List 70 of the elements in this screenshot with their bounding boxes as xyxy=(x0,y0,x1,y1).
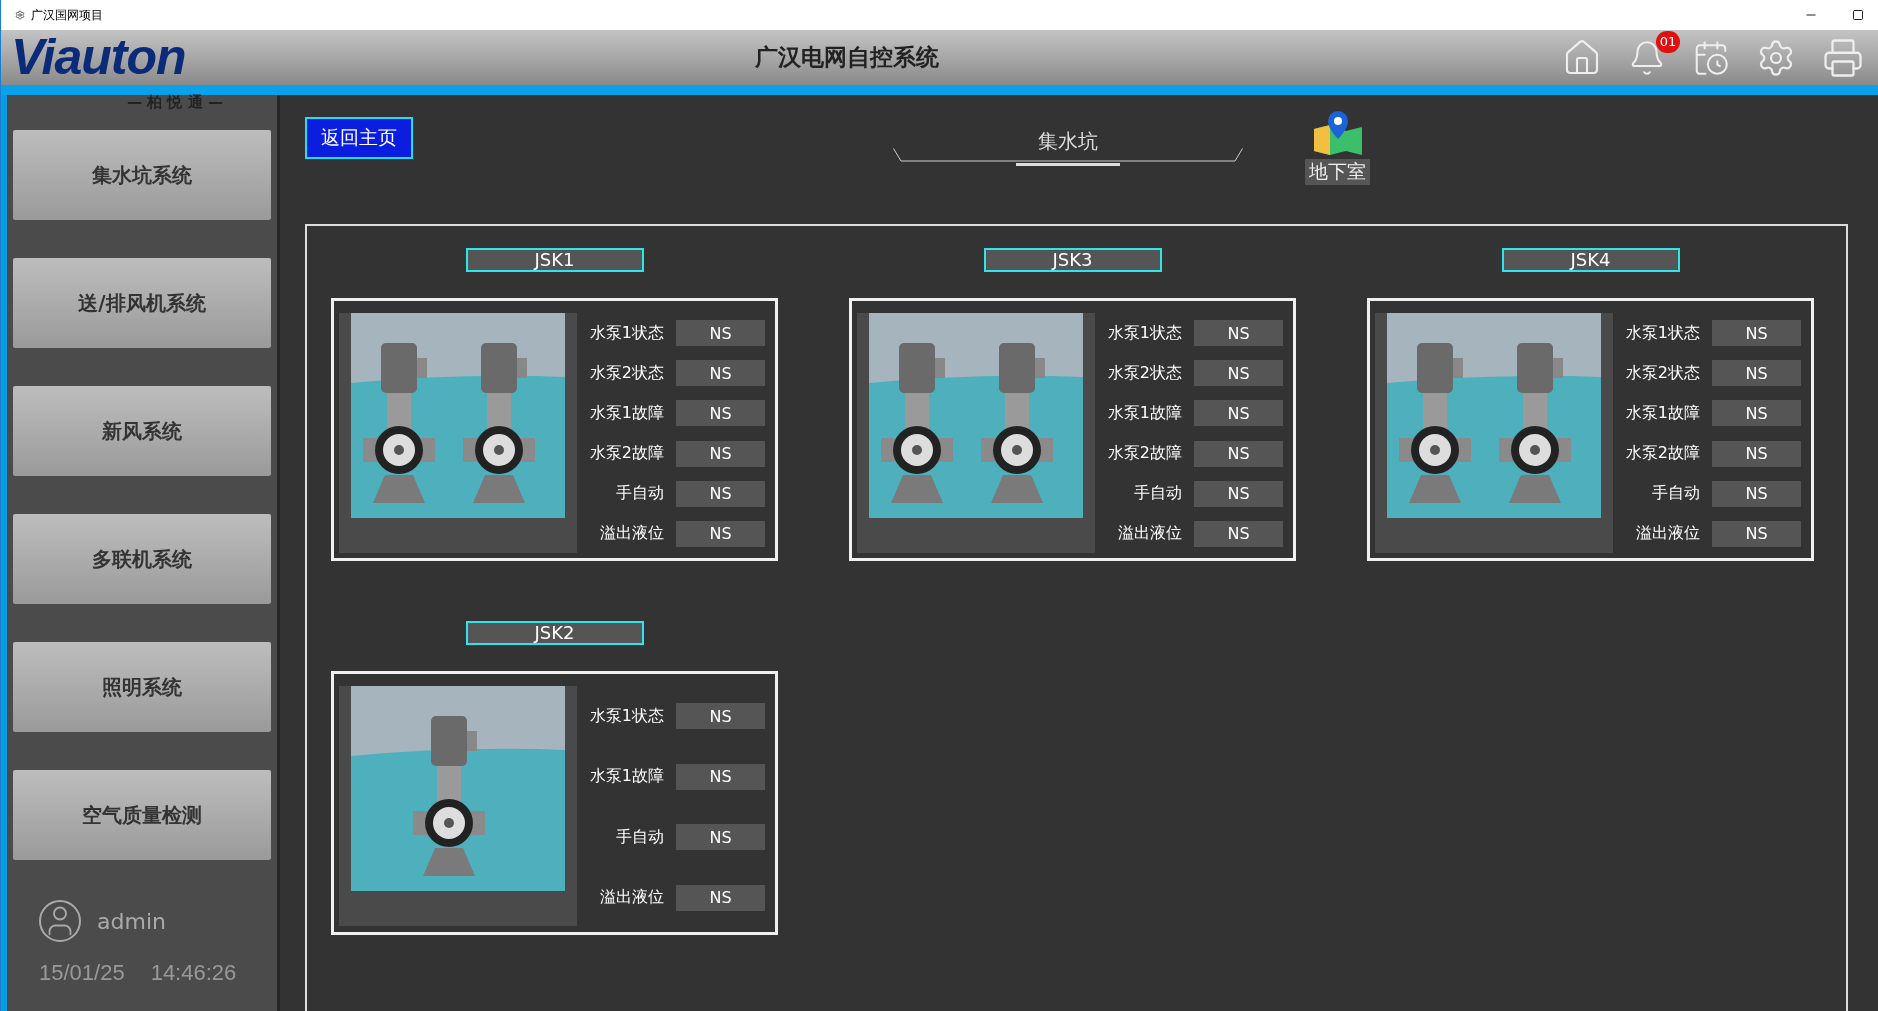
tab[interactable]: 集水坑 xyxy=(1016,121,1120,166)
status-label: 手自动 xyxy=(1134,483,1182,505)
status-value: NS xyxy=(676,824,765,851)
window-title: 广汉国网项目 xyxy=(31,6,104,24)
status-label: 溢出液位 xyxy=(1118,523,1182,545)
status-label: 溢出液位 xyxy=(600,887,664,909)
status-value: NS xyxy=(1194,320,1283,347)
status-value: NS xyxy=(676,520,765,547)
status-value: NS xyxy=(1194,520,1283,547)
logo: Viauton xyxy=(11,30,187,85)
status-label: 水泵1状态 xyxy=(589,322,664,344)
status-value: NS xyxy=(676,400,765,427)
location-button[interactable]: 地下室 xyxy=(1305,111,1370,185)
status-label: 水泵2故障 xyxy=(589,443,664,465)
date-text: 15/01/25 xyxy=(39,960,125,986)
status-label: 水泵1状态 xyxy=(1625,322,1700,344)
status-label: 溢出液位 xyxy=(1636,523,1700,545)
status-value: NS xyxy=(676,360,765,387)
status-value: NS xyxy=(1712,360,1801,387)
sidebar-button[interactable]: 照明系统 xyxy=(13,642,271,732)
status-label: 手自动 xyxy=(1652,483,1700,505)
status-value: NS xyxy=(1194,480,1283,507)
status-value: NS xyxy=(1712,520,1801,547)
status-value: NS xyxy=(676,480,765,507)
status-value: NS xyxy=(1194,440,1283,467)
time-text: 14:46:26 xyxy=(150,960,237,986)
status-label: 水泵2状态 xyxy=(1107,362,1182,384)
status-label: 水泵2状态 xyxy=(589,362,664,384)
status-label: 水泵2故障 xyxy=(1107,443,1182,465)
logo-subtitle: — 柏 悦 通 — xyxy=(127,93,223,112)
status-label: 水泵2状态 xyxy=(1625,362,1700,384)
notification-badge: 01 xyxy=(1656,30,1680,53)
printer-icon[interactable] xyxy=(1822,36,1864,79)
status-value: NS xyxy=(676,763,765,790)
user-name: admin xyxy=(97,908,166,934)
sidebar-button[interactable]: 新风系统 xyxy=(13,386,271,476)
status-label: 水泵1故障 xyxy=(589,402,664,424)
app-icon xyxy=(15,10,25,20)
status-value: NS xyxy=(1712,480,1801,507)
status-value: NS xyxy=(1194,400,1283,427)
status-label: 水泵1故障 xyxy=(1625,402,1700,424)
status-label: 溢出液位 xyxy=(600,523,664,545)
back-home-button[interactable]: 返回主页 xyxy=(305,117,413,159)
unit-name: JSK2 xyxy=(465,621,644,645)
status-value: NS xyxy=(676,884,765,911)
status-label: 手自动 xyxy=(616,483,664,505)
map-pin-icon xyxy=(1311,111,1364,157)
status-value: NS xyxy=(676,440,765,467)
status-label: 水泵1故障 xyxy=(589,766,664,788)
app-title: 广汉电网自控系统 xyxy=(753,43,940,72)
status-value: NS xyxy=(1194,360,1283,387)
status-label: 水泵1故障 xyxy=(1107,402,1182,424)
maximize-icon[interactable] xyxy=(1852,9,1864,21)
sidebar-button[interactable]: 空气质量检测 xyxy=(13,770,271,860)
status-value: NS xyxy=(676,320,765,347)
sidebar-button[interactable]: 多联机系统 xyxy=(13,514,271,604)
status-value: NS xyxy=(1712,440,1801,467)
sidebar-button[interactable]: 送/排风机系统 xyxy=(13,258,271,348)
unit-name: JSK1 xyxy=(465,248,644,272)
unit-name: JSK4 xyxy=(1501,248,1680,272)
status-label: 水泵2故障 xyxy=(1625,443,1700,465)
status-value: NS xyxy=(1712,320,1801,347)
status-label: 手自动 xyxy=(616,826,664,848)
status-value: NS xyxy=(1712,400,1801,427)
status-label: 水泵1状态 xyxy=(589,705,664,727)
sidebar-button[interactable]: 集水坑系统 xyxy=(13,130,271,220)
status-value: NS xyxy=(676,703,765,730)
status-label: 水泵1状态 xyxy=(1107,322,1182,344)
unit-name: JSK3 xyxy=(983,248,1162,272)
user-icon xyxy=(39,900,81,942)
